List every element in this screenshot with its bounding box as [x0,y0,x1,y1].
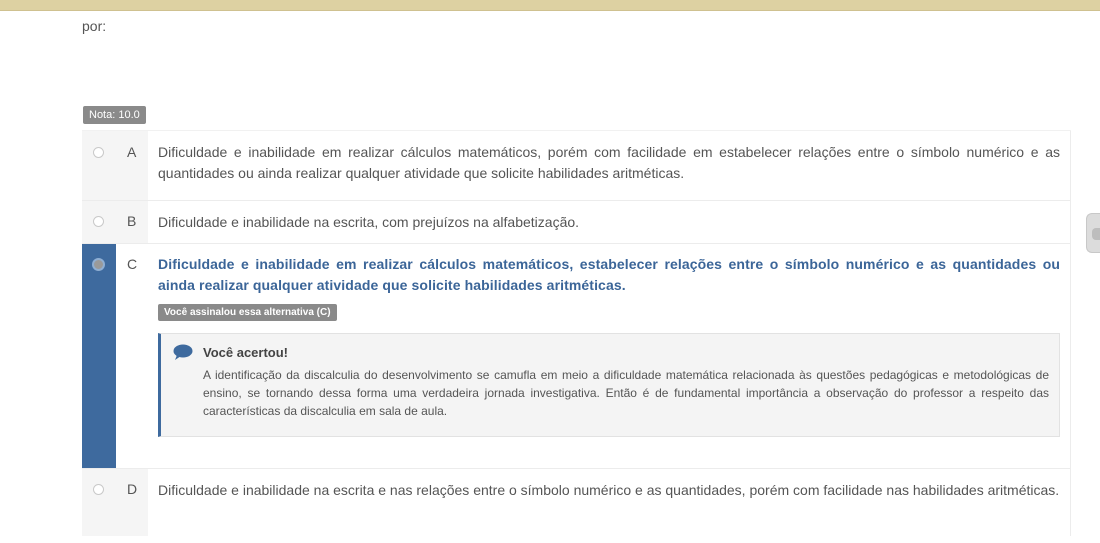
alternative-letter: D [127,481,138,497]
alternative-content: Dificuldade e inabilidade em realizar cá… [148,244,1071,468]
alternative-text: Dificuldade e inabilidade em realizar cá… [158,256,1060,293]
alternative-a[interactable]: A Dificuldade e inabilidade em realizar … [82,130,1071,200]
top-bar [0,0,1100,11]
feedback-box: Você acertou! A identificação da discalc… [158,333,1060,437]
alternatives-list: A Dificuldade e inabilidade em realizar … [82,130,1071,536]
alternative-b[interactable]: B Dificuldade e inabilidade na escrita, … [82,200,1071,243]
alternative-letter: B [127,213,137,229]
marked-alternative-badge: Você assinalou essa alternativa (C) [158,304,337,321]
side-scroll-handle[interactable] [1086,213,1100,253]
alternative-text: Dificuldade e inabilidade na escrita, co… [158,214,580,230]
alternative-gutter: D [82,469,148,536]
radio-button-b[interactable] [93,216,104,227]
alternative-gutter: A [82,131,148,200]
radio-button-c[interactable] [92,258,105,271]
alternative-content: Dificuldade e inabilidade em realizar cá… [148,131,1071,200]
chat-bubble-icon [173,344,193,360]
alternative-gutter: B [82,201,148,243]
feedback-text: A identificação da discalculia do desenv… [203,368,1049,418]
radio-button-a[interactable] [93,147,104,158]
alternative-d[interactable]: D Dificuldade e inabilidade na escrita e… [82,468,1071,536]
alternative-c[interactable]: C Dificuldade e inabilidade em realizar … [82,243,1071,468]
alternative-text: Dificuldade e inabilidade na escrita e n… [158,482,1060,498]
feedback-title: Você acertou! [203,344,289,360]
feedback-header: Você acertou! [173,344,1049,360]
alternative-content: Dificuldade e inabilidade na escrita e n… [148,469,1071,536]
radio-button-d[interactable] [93,484,104,495]
grade-badge: Nota: 10.0 [83,106,146,124]
alternative-text: Dificuldade e inabilidade em realizar cá… [158,144,1060,181]
alternative-content: Dificuldade e inabilidade na escrita, co… [148,201,1071,243]
question-text-tail: por: [82,18,107,34]
alternative-letter: C [127,256,138,272]
alternative-letter: A [127,144,137,160]
alternative-letter-gutter [116,244,148,468]
alternative-gutter [82,244,116,468]
